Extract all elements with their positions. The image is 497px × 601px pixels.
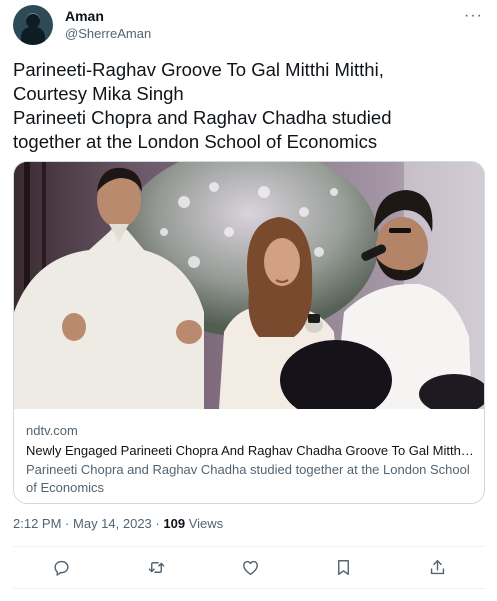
- avatar[interactable]: [13, 5, 53, 45]
- bookmark-button[interactable]: [329, 553, 357, 581]
- author-name[interactable]: Aman: [65, 8, 104, 24]
- ellipsis-icon[interactable]: ···: [464, 7, 483, 25]
- share-icon: [430, 559, 444, 574]
- tweet-text-line: together at the London School of Economi…: [13, 131, 378, 152]
- retweet-icon: [148, 561, 164, 573]
- avatar-figure-body: [21, 27, 45, 45]
- separator: ·: [155, 516, 160, 531]
- divider: [13, 546, 485, 547]
- reply-button[interactable]: [47, 553, 75, 581]
- tweet-date[interactable]: May 14, 2023: [73, 516, 152, 531]
- tweet-text-line: Parineeti-Raghav Groove To Gal Mitthi Mi…: [13, 59, 384, 80]
- action-bar: [13, 553, 485, 581]
- separator: ·: [65, 516, 70, 531]
- tweet-metadata: 2:12 PM · May 14, 2023 · 109 Views: [13, 516, 223, 531]
- like-button[interactable]: [236, 553, 264, 581]
- card-description: Parineeti Chopra and Raghav Chadha studi…: [26, 462, 470, 495]
- link-card[interactable]: ndtv.com Newly Engaged Parineeti Chopra …: [13, 161, 485, 504]
- retweet-button[interactable]: [142, 553, 170, 581]
- card-meta: ndtv.com Newly Engaged Parineeti Chopra …: [26, 423, 476, 497]
- tweet-text-line: Parineeti Chopra and Raghav Chadha studi…: [13, 107, 392, 128]
- avatar-figure-head: [26, 14, 40, 28]
- author-handle[interactable]: @SherreAman: [65, 26, 151, 41]
- tweet-time[interactable]: 2:12 PM: [13, 516, 61, 531]
- tweet-text: Parineeti-Raghav Groove To Gal Mitthi Mi…: [13, 58, 483, 154]
- card-title[interactable]: Newly Engaged Parineeti Chopra And Ragha…: [26, 442, 474, 460]
- reply-icon: [53, 560, 69, 576]
- card-image[interactable]: [14, 162, 484, 409]
- card-domain: ndtv.com: [26, 423, 78, 438]
- like-icon: [242, 560, 258, 575]
- divider: [13, 588, 485, 589]
- share-button[interactable]: [423, 553, 451, 581]
- views-label: Views: [188, 516, 224, 531]
- tweet-header: Aman @SherreAman ···: [13, 5, 485, 45]
- views-count: 109: [163, 516, 186, 531]
- tweet: Aman @SherreAman ··· Parineeti-Raghav Gr…: [0, 0, 497, 601]
- bookmark-icon: [337, 559, 349, 575]
- tweet-text-line: Courtesy Mika Singh: [13, 83, 184, 104]
